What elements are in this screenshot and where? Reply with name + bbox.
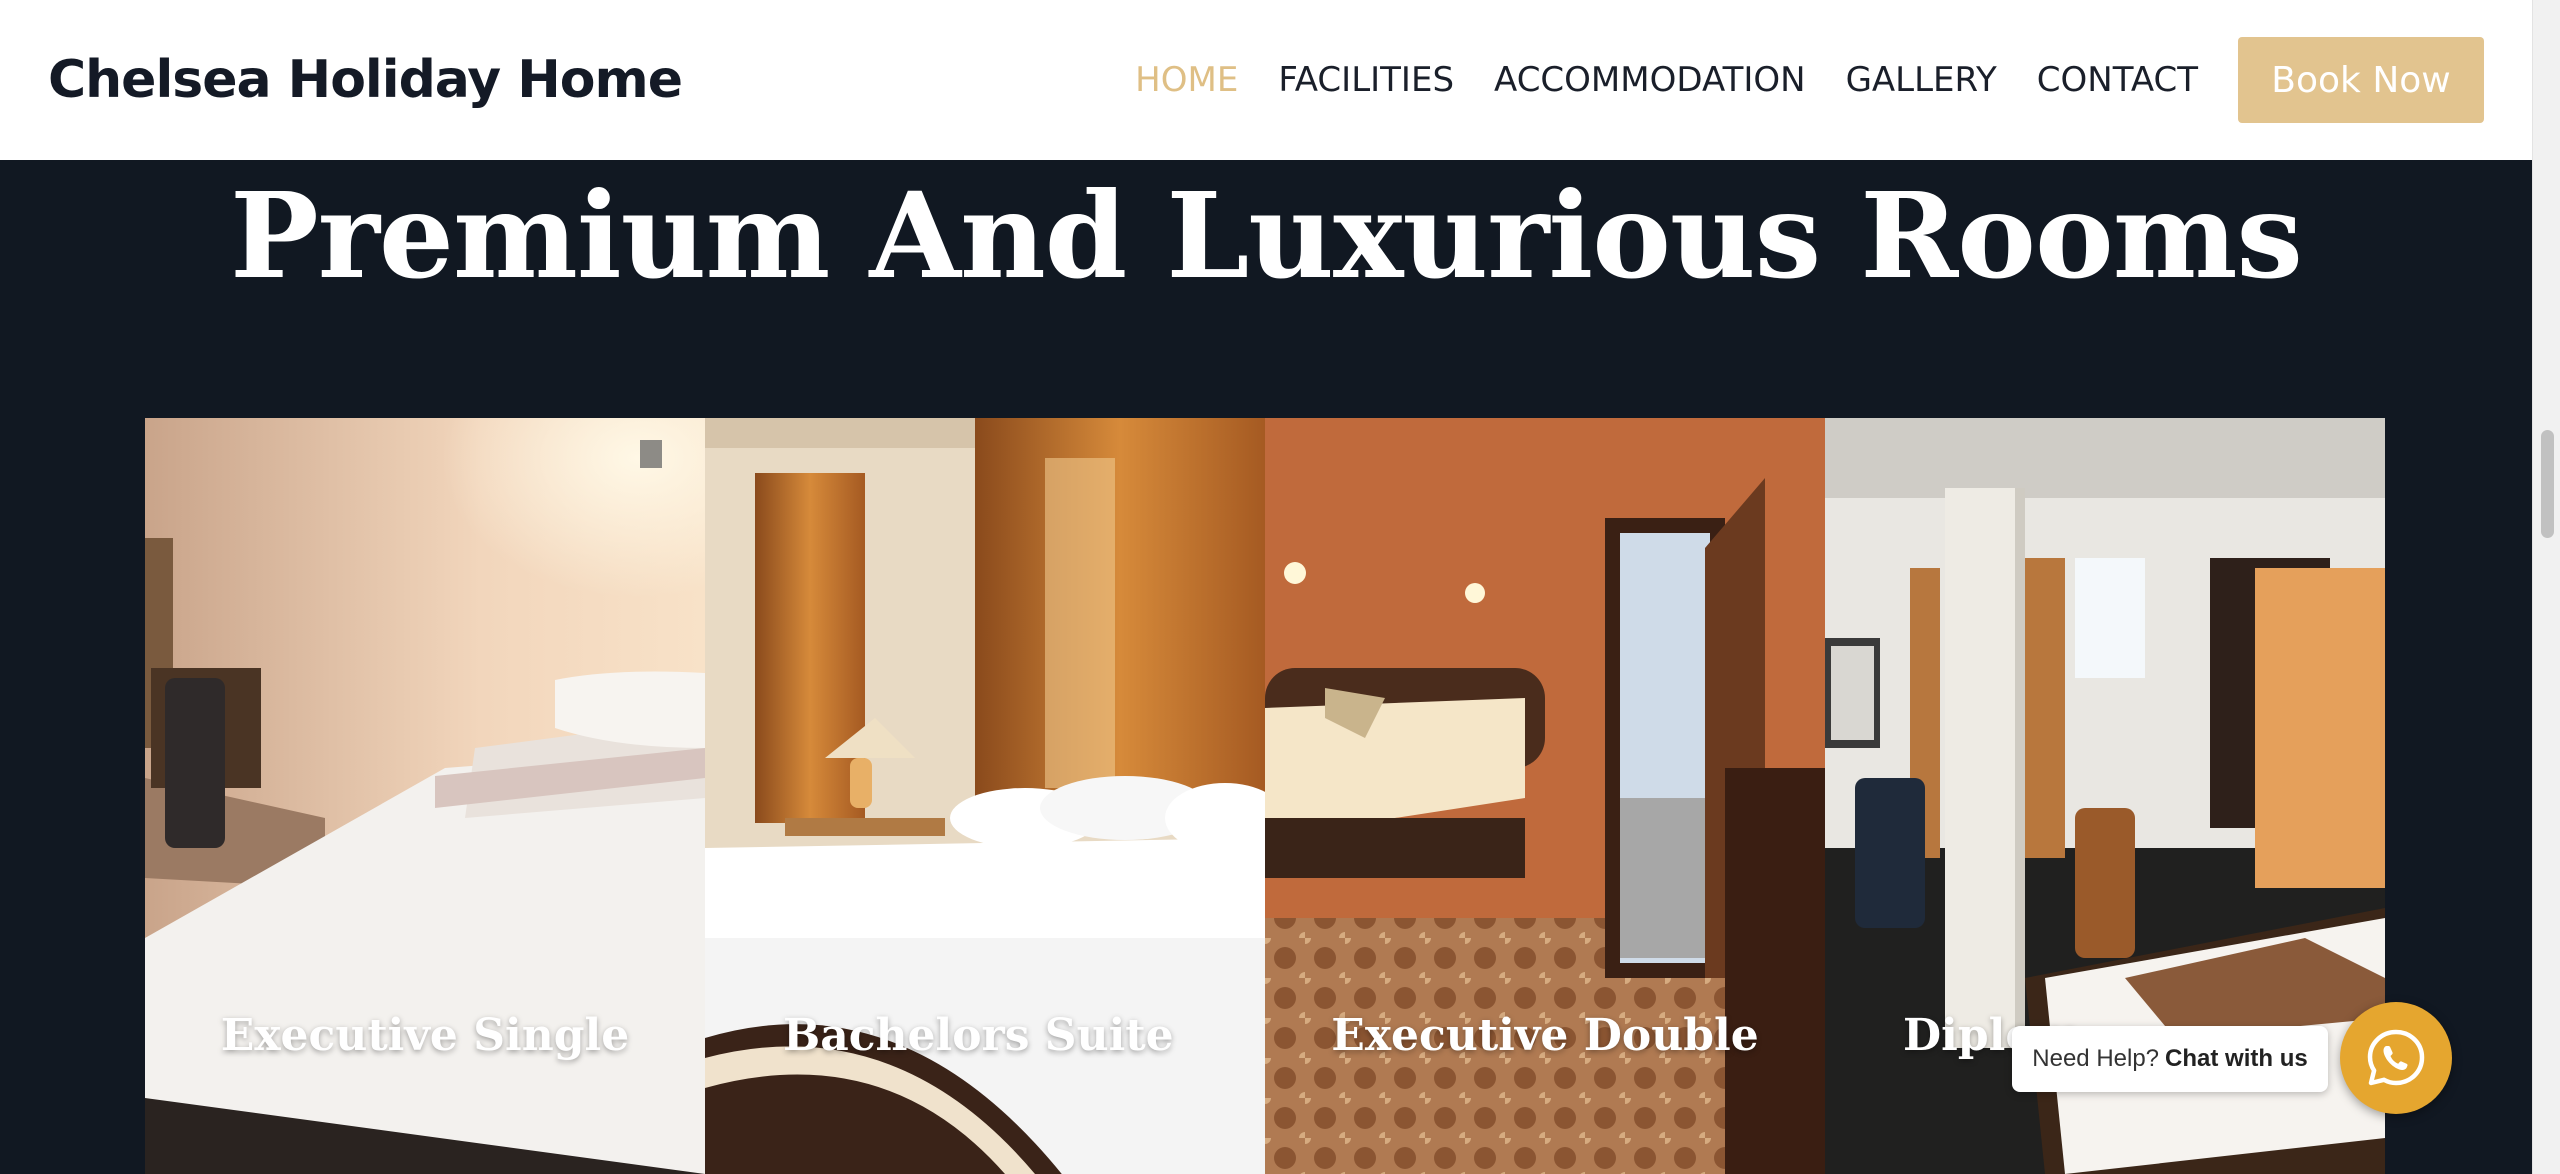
room-card-executive-double[interactable]: Executive Double (1265, 418, 1825, 1174)
scrollbar-thumb[interactable] (2541, 430, 2554, 538)
whatsapp-chat-button[interactable] (2340, 1002, 2452, 1114)
main-nav: HOME FACILITIES ACCOMMODATION GALLERY CO… (1095, 37, 2484, 123)
page: Chelsea Holiday Home HOME FACILITIES ACC… (0, 0, 2560, 1174)
room-name: Executive Double (1331, 1010, 1759, 1061)
chat-help-action: Chat with us (2165, 1045, 2308, 1072)
chat-help-bubble[interactable]: Need Help? Chat with us (2012, 1026, 2328, 1092)
section-title: Premium And Luxurious Rooms (230, 166, 2303, 305)
room-name: Bachelors Suite (783, 1010, 1174, 1061)
room-card-executive-single[interactable]: Executive Single (145, 418, 705, 1174)
nav-item-facilities[interactable]: FACILITIES (1278, 60, 1454, 100)
book-now-button[interactable]: Book Now (2238, 37, 2484, 123)
brand-logo-text[interactable]: Chelsea Holiday Home (48, 50, 683, 110)
room-card-bachelors-suite[interactable]: Bachelors Suite (705, 418, 1265, 1174)
whatsapp-icon (2367, 1029, 2425, 1086)
page-scrollbar[interactable] (2532, 0, 2560, 1174)
nav-item-gallery[interactable]: GALLERY (1846, 60, 1997, 100)
site-header: Chelsea Holiday Home HOME FACILITIES ACC… (0, 0, 2532, 160)
nav-item-home[interactable]: HOME (1135, 60, 1238, 100)
chat-help-prefix: Need Help? (2032, 1045, 2160, 1072)
room-name: Executive Single (220, 1010, 630, 1061)
nav-item-contact[interactable]: CONTACT (2037, 60, 2198, 100)
nav-item-accommodation[interactable]: ACCOMMODATION (1494, 60, 1806, 100)
